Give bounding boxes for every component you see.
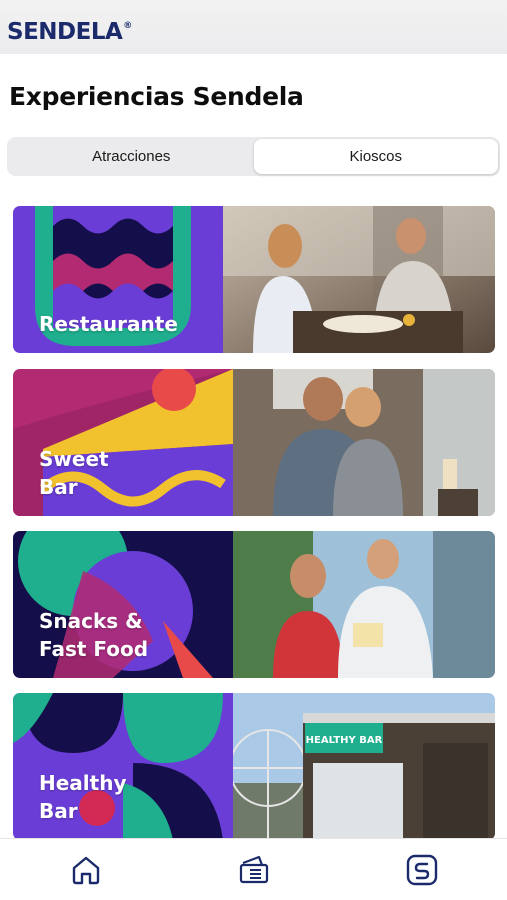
couple-snacks-photo	[233, 531, 495, 678]
card-label-sweet-bar: Sweet Bar	[39, 447, 109, 499]
kiosk-sign-text: HEALTHY BAR	[306, 735, 383, 746]
home-icon[interactable]	[69, 853, 103, 887]
card-label-snacks-fast-food: Snacks & Fast Food	[39, 609, 149, 661]
card-sweet-bar[interactable]: Sweet Bar	[13, 369, 495, 516]
card-restaurante[interactable]: Restaurante	[13, 206, 495, 353]
sendela-logo[interactable]: SENDELA®	[7, 19, 132, 45]
healthy-bar-kiosk-photo: HEALTHY BAR	[233, 693, 495, 840]
couple-dining-photo	[223, 206, 495, 353]
segment-kioscos[interactable]: Kioscos	[253, 139, 498, 174]
segment-atracciones[interactable]: Atracciones	[9, 139, 254, 174]
card-label-healthy-bar: Healthy Bar	[39, 771, 127, 823]
card-healthy-bar[interactable]: HEALTHY BAR Healthy Bar	[13, 693, 495, 840]
bottom-tab-bar	[0, 838, 507, 900]
app-header: SENDELA®	[0, 0, 507, 54]
sendela-app-icon[interactable]	[405, 853, 439, 887]
page-title: Experiencias Sendela	[9, 82, 304, 111]
tickets-icon[interactable]	[237, 853, 271, 887]
card-label-restaurante: Restaurante	[39, 312, 178, 336]
category-segmented-control: Atracciones Kioscos	[7, 137, 500, 176]
card-snacks-fast-food[interactable]: Snacks & Fast Food	[13, 531, 495, 678]
couple-sweet-bar-photo	[233, 369, 495, 516]
